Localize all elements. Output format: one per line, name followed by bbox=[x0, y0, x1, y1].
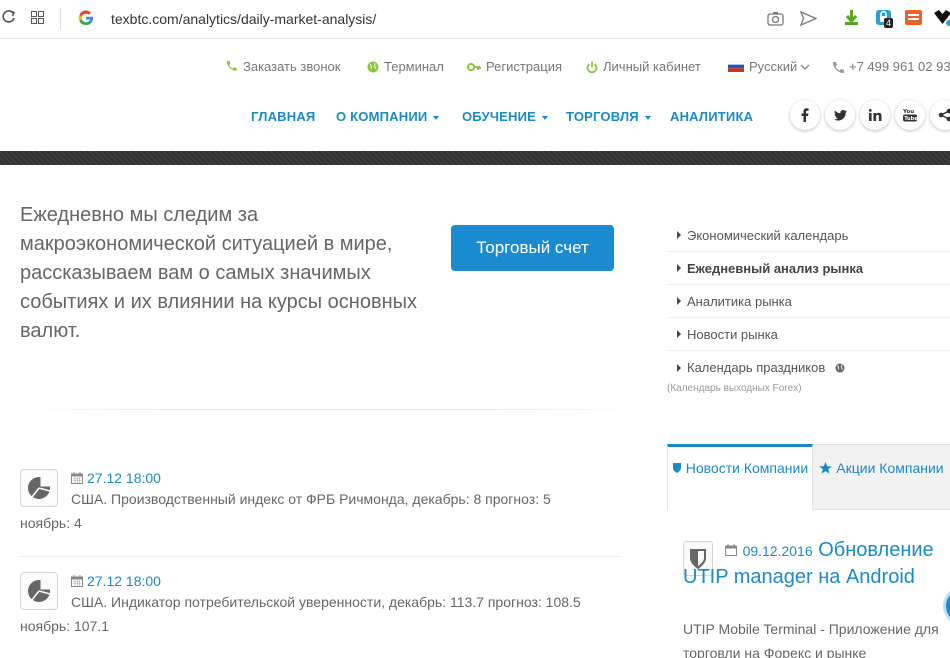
triangle-right-icon bbox=[677, 297, 681, 305]
browser-address-bar: texbtc.com/analytics/daily-market-analys… bbox=[0, 0, 950, 39]
news-divider bbox=[20, 556, 620, 557]
caret-down-icon bbox=[433, 115, 440, 120]
cabinet-link[interactable]: Личный кабинет bbox=[586, 59, 701, 74]
analytics-side-menu: Экономический календарь Ежедневный анали… bbox=[667, 219, 950, 384]
terminal-link[interactable]: Терминал bbox=[367, 59, 444, 74]
list-item: 27.12 18:00 США. Индикатор потребительск… bbox=[20, 572, 620, 652]
twitter-icon[interactable] bbox=[825, 100, 855, 130]
post-excerpt: UTIP Mobile Terminal - Приложение для то… bbox=[683, 621, 939, 658]
download-extension-icon[interactable] bbox=[842, 8, 861, 27]
post-date: 09.12.2016 bbox=[742, 543, 813, 559]
linkedin-icon[interactable] bbox=[860, 100, 890, 130]
triangle-right-icon bbox=[677, 363, 681, 372]
sidebar-item-economic-calendar[interactable]: Экономический календарь bbox=[667, 219, 950, 252]
sidebar-item-daily-analysis[interactable]: Ежедневный анализ рынка bbox=[667, 252, 950, 285]
main-nav: ГЛАВНАЯ О КОМПАНИИ ОБУЧЕНИЕ ТОРГОВЛЯ АНА… bbox=[0, 95, 950, 151]
caret-down-icon bbox=[542, 115, 549, 120]
star-icon bbox=[819, 462, 833, 474]
apps-grid-icon[interactable] bbox=[31, 11, 44, 24]
news-date[interactable]: 27.12 18:00 bbox=[71, 470, 161, 486]
nav-item-company[interactable]: О КОМПАНИИ bbox=[336, 109, 440, 124]
tab-company-promotions[interactable]: Акции Компании bbox=[813, 444, 950, 510]
registration-link[interactable]: Регистрация bbox=[467, 59, 562, 74]
phone-icon bbox=[833, 61, 844, 73]
news-text: США. Производственный индекс от ФРБ Ричм… bbox=[20, 491, 551, 531]
trading-account-button[interactable]: Торговый счет bbox=[451, 225, 614, 271]
facebook-icon[interactable] bbox=[790, 100, 820, 130]
triangle-right-icon bbox=[677, 231, 681, 239]
reload-icon[interactable] bbox=[2, 10, 16, 24]
globe-icon bbox=[835, 363, 845, 372]
triangle-right-icon bbox=[677, 264, 681, 272]
orange-extension-icon[interactable] bbox=[904, 8, 923, 27]
extension-badge: 4 bbox=[884, 18, 894, 28]
nav-item-home[interactable]: ГЛАВНАЯ bbox=[251, 109, 315, 124]
nav-item-analytics[interactable]: АНАЛИТИКА bbox=[670, 109, 753, 124]
nav-item-trading[interactable]: ТОРГОВЛЯ bbox=[566, 109, 651, 124]
phone-link[interactable]: +7 499 961 02 93 bbox=[832, 59, 950, 74]
toolbar-separator bbox=[60, 8, 61, 30]
google-icon bbox=[78, 10, 93, 26]
chevron-down-icon bbox=[800, 64, 810, 70]
share-icon[interactable] bbox=[930, 100, 950, 130]
intro-divider bbox=[20, 409, 640, 410]
calendar-icon bbox=[71, 575, 83, 587]
power-icon bbox=[586, 61, 598, 73]
youtube-icon[interactable]: You Tube bbox=[895, 100, 925, 130]
company-tabs: Новости Компании Акции Компании bbox=[667, 444, 950, 510]
sidebar-item-market-analytics[interactable]: Аналитика рынка bbox=[667, 285, 950, 318]
caret-down-icon bbox=[644, 115, 651, 120]
holiday-calendar-note: (Календарь выходных Forex) bbox=[667, 383, 802, 394]
svg-text:You: You bbox=[903, 109, 914, 115]
url-field[interactable]: texbtc.com/analytics/daily-market-analys… bbox=[111, 11, 376, 27]
sidebar-item-market-news[interactable]: Новости рынка bbox=[667, 318, 950, 351]
send-icon[interactable] bbox=[800, 11, 817, 26]
globe-icon bbox=[367, 61, 379, 72]
news-date[interactable]: 27.12 18:00 bbox=[71, 573, 161, 589]
language-selector[interactable]: Русский bbox=[728, 59, 810, 74]
news-text: США. Индикатор потребительской увереннос… bbox=[20, 594, 581, 634]
utility-bar: Заказать звонок Терминал Регистрация Лич… bbox=[0, 39, 950, 95]
intro-text: Ежедневно мы следим за макроэкономическо… bbox=[20, 204, 418, 342]
vpn-extension-icon[interactable] bbox=[933, 8, 950, 27]
key-icon bbox=[467, 62, 481, 71]
post-title[interactable]: 09.12.2016 Обновление UTIP manager на An… bbox=[683, 537, 948, 590]
calendar-icon bbox=[725, 544, 737, 556]
phone-callback-icon bbox=[226, 60, 237, 71]
sidebar-item-holiday-calendar[interactable]: Календарь праздников bbox=[667, 351, 950, 384]
list-item: 27.12 18:00 США. Производственный индекс… bbox=[20, 469, 620, 549]
russia-flag-icon bbox=[728, 61, 744, 72]
header-divider-band bbox=[0, 151, 950, 165]
tab-company-news[interactable]: Новости Компании bbox=[667, 444, 813, 510]
nav-item-education[interactable]: ОБУЧЕНИЕ bbox=[462, 109, 549, 124]
callback-link[interactable]: Заказать звонок bbox=[225, 59, 340, 74]
calendar-icon bbox=[71, 472, 83, 484]
shield-icon bbox=[672, 463, 681, 473]
camera-icon[interactable] bbox=[767, 11, 784, 26]
triangle-right-icon bbox=[677, 330, 681, 338]
svg-text:Tube: Tube bbox=[904, 116, 917, 122]
